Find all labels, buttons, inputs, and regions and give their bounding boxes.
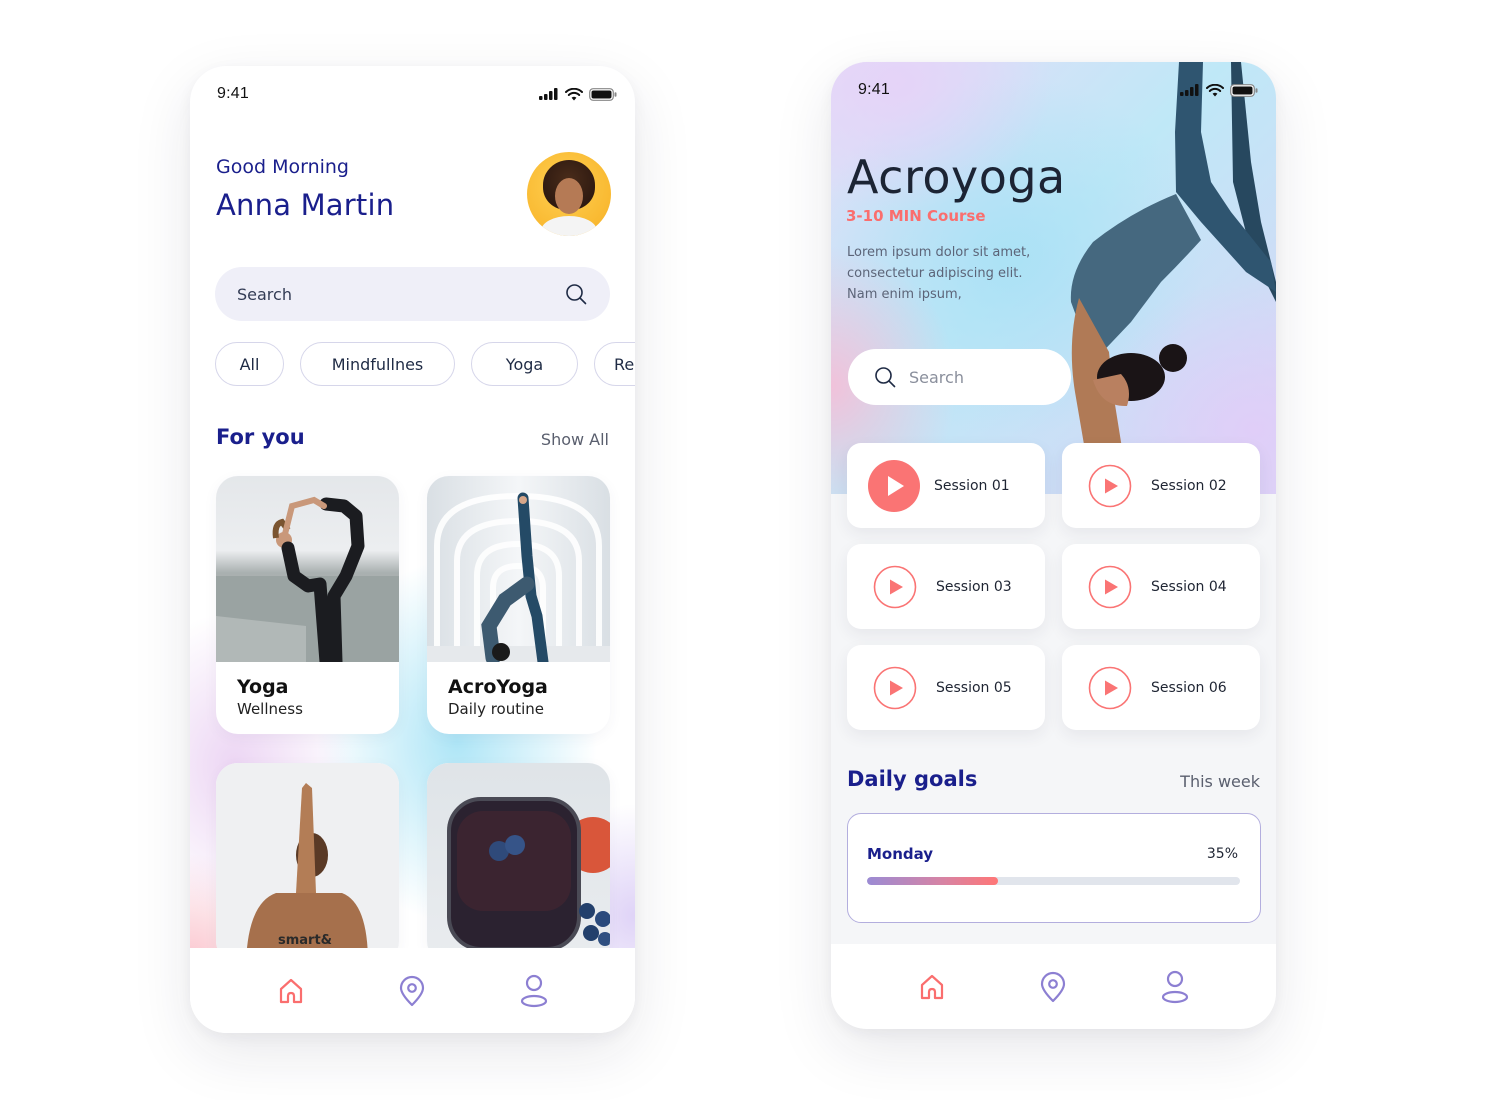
wheel-pose-photo bbox=[427, 476, 610, 662]
session-label: Session 04 bbox=[1151, 578, 1227, 595]
status-bar: 9:41 bbox=[190, 66, 635, 122]
card-subtitle: Daily routine bbox=[448, 700, 545, 718]
session-card-01[interactable]: Session 01 bbox=[847, 443, 1045, 528]
course-card-acroyoga[interactable]: AcroYoga Daily routine bbox=[427, 476, 610, 734]
berry-smoothie-photo bbox=[427, 763, 610, 963]
signal-icon bbox=[539, 88, 558, 100]
session-label: Session 01 bbox=[934, 477, 1010, 494]
greeting-text: Good Morning bbox=[216, 156, 349, 178]
course-card-yoga[interactable]: Yoga Wellness bbox=[216, 476, 399, 734]
search-placeholder: Search bbox=[909, 367, 964, 387]
battery-icon bbox=[589, 87, 617, 101]
goal-progress-bar bbox=[867, 877, 1240, 885]
user-name: Anna Martin bbox=[216, 188, 395, 222]
search-placeholder: Search bbox=[237, 284, 292, 304]
category-chip-all[interactable]: All bbox=[215, 342, 284, 386]
battery-icon bbox=[1230, 83, 1258, 97]
nav-home-button[interactable] bbox=[271, 971, 311, 1011]
category-chip-relax[interactable]: Rel bbox=[594, 342, 635, 386]
search-input[interactable]: Search bbox=[848, 349, 1071, 405]
play-icon[interactable] bbox=[1088, 666, 1132, 710]
bottom-navigation bbox=[190, 948, 635, 1033]
session-card-04[interactable]: Session 04 bbox=[1062, 544, 1260, 629]
course-screen: 9:41 Acroyoga 3-10 MIN Course Lorem ipsu… bbox=[831, 62, 1276, 1029]
user-avatar[interactable] bbox=[527, 152, 611, 236]
location-pin-icon bbox=[400, 975, 425, 1006]
home-icon bbox=[920, 974, 943, 999]
course-card-nutrition[interactable] bbox=[427, 763, 610, 963]
session-list: Session 01 Session 02 Session 03 Session… bbox=[847, 443, 1260, 730]
card-subtitle: Wellness bbox=[237, 700, 303, 718]
user-icon bbox=[521, 974, 548, 1007]
play-icon[interactable] bbox=[868, 459, 920, 512]
session-card-06[interactable]: Session 06 bbox=[1062, 645, 1260, 730]
course-card-prayer[interactable]: smart& bbox=[216, 763, 399, 963]
session-card-02[interactable]: Session 02 bbox=[1062, 443, 1260, 528]
play-icon[interactable] bbox=[873, 565, 917, 609]
location-pin-icon bbox=[1041, 971, 1066, 1002]
course-description: Lorem ipsum dolor sit amet, consectetur … bbox=[847, 245, 1031, 302]
goal-card-monday[interactable]: Monday 35% bbox=[847, 813, 1261, 923]
session-label: Session 05 bbox=[936, 679, 1012, 696]
dancer-pose-photo bbox=[216, 476, 399, 662]
session-card-03[interactable]: Session 03 bbox=[847, 544, 1045, 629]
section-title-for-you: For you bbox=[216, 425, 305, 449]
card-title: Yoga bbox=[237, 676, 289, 698]
session-card-05[interactable]: Session 05 bbox=[847, 645, 1045, 730]
card-title: AcroYoga bbox=[448, 676, 548, 698]
nav-profile-button[interactable] bbox=[1155, 967, 1195, 1007]
show-all-link[interactable]: Show All bbox=[541, 430, 609, 449]
search-icon[interactable] bbox=[564, 282, 588, 306]
search-input[interactable]: Search bbox=[215, 267, 610, 321]
daily-goals-title: Daily goals bbox=[847, 767, 978, 791]
svg-text:smart&: smart& bbox=[278, 933, 332, 948]
wifi-icon bbox=[1206, 83, 1224, 96]
course-duration: 3-10 MIN Course bbox=[846, 207, 986, 225]
category-chip-mindfulness[interactable]: Mindfullnes bbox=[300, 342, 455, 386]
course-title: Acroyoga bbox=[847, 150, 1066, 204]
nav-home-button[interactable] bbox=[912, 967, 952, 1007]
wifi-icon bbox=[565, 87, 583, 100]
goal-day: Monday bbox=[867, 845, 934, 863]
home-icon bbox=[279, 978, 302, 1003]
status-time: 9:41 bbox=[217, 85, 249, 102]
session-label: Session 03 bbox=[936, 578, 1012, 595]
search-icon bbox=[875, 367, 896, 388]
nav-location-button[interactable] bbox=[1033, 967, 1073, 1007]
prayer-hands-photo: smart& bbox=[216, 763, 399, 963]
status-time: 9:41 bbox=[858, 81, 890, 98]
session-label: Session 06 bbox=[1151, 679, 1227, 696]
goal-progress-fill bbox=[867, 877, 998, 885]
goal-percent: 35% bbox=[1206, 846, 1238, 862]
session-label: Session 02 bbox=[1151, 477, 1227, 494]
play-icon[interactable] bbox=[873, 666, 917, 710]
this-week-link[interactable]: This week bbox=[1180, 772, 1260, 791]
category-chips: All Mindfullnes Yoga Rel bbox=[215, 342, 635, 386]
nav-location-button[interactable] bbox=[392, 971, 432, 1011]
play-icon[interactable] bbox=[1088, 565, 1132, 609]
nav-profile-button[interactable] bbox=[514, 971, 554, 1011]
play-icon[interactable] bbox=[1088, 464, 1132, 508]
category-chip-yoga[interactable]: Yoga bbox=[471, 342, 578, 386]
status-bar: 9:41 bbox=[831, 62, 1276, 118]
bottom-navigation bbox=[831, 944, 1276, 1029]
home-screen: 9:41 Good Morning Anna Martin Search All… bbox=[190, 66, 635, 1033]
user-icon bbox=[1162, 970, 1189, 1003]
signal-icon bbox=[1180, 84, 1199, 96]
